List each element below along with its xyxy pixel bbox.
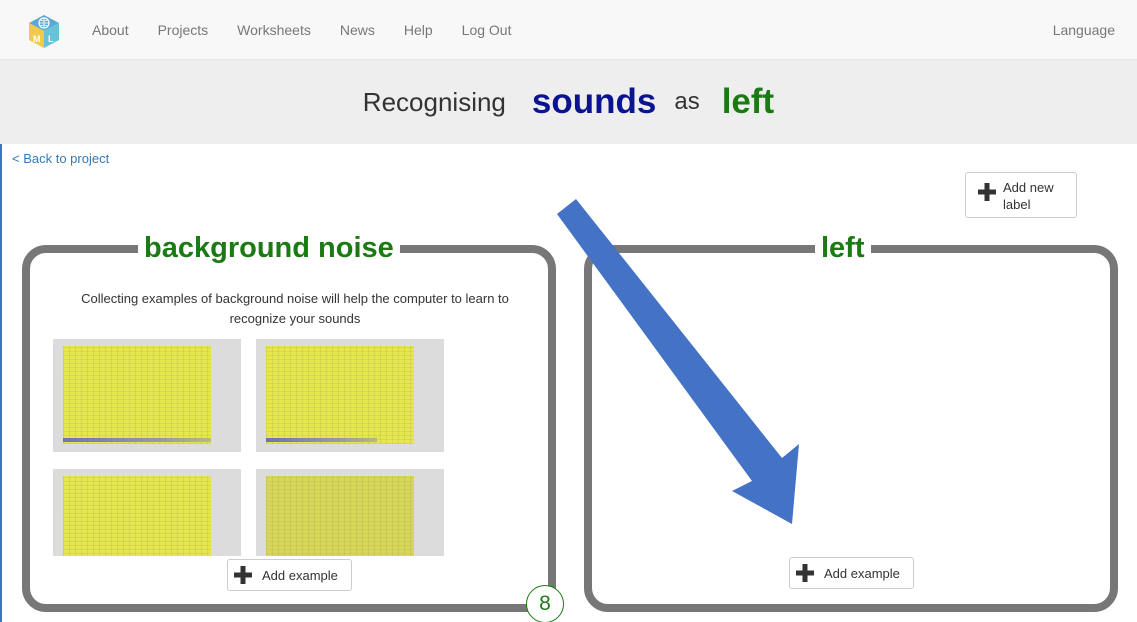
step-number-badge: 8 (526, 585, 564, 622)
nav-logout-link[interactable]: Log Out (462, 22, 512, 38)
plus-icon (234, 566, 252, 584)
add-new-label-button[interactable]: Add new label (965, 172, 1077, 218)
background-noise-hint: Collecting examples of background noise … (81, 291, 509, 326)
nav-projects-link[interactable]: Projects (158, 22, 209, 38)
sound-example[interactable] (256, 339, 444, 452)
page-title-banner: Recognising sounds as left (0, 60, 1137, 144)
add-example-label: Add example (824, 566, 900, 581)
title-project-type: sounds (531, 82, 657, 121)
spectrogram-image (266, 346, 414, 444)
bucket-title-left: left (815, 231, 871, 265)
spectrogram-image (63, 346, 211, 444)
nav-worksheets-link[interactable]: Worksheets (237, 22, 311, 38)
title-label: left (721, 82, 775, 121)
plus-icon (978, 183, 996, 201)
add-example-button-background-noise[interactable]: Add example (227, 559, 352, 591)
label-bucket-left: left Add example (584, 231, 1118, 612)
spectrogram-image (63, 476, 211, 556)
ml4k-logo-icon[interactable]: M L (26, 13, 62, 49)
add-example-button-left[interactable]: Add example (789, 557, 914, 589)
svg-text:L: L (48, 34, 54, 44)
top-navbar: M L About Projects Worksheets News Help … (0, 0, 1137, 60)
nav-help-link[interactable]: Help (404, 22, 433, 38)
add-new-label-text: Add new label (1003, 180, 1054, 212)
plus-icon (796, 564, 814, 582)
language-menu[interactable]: Language (1053, 0, 1115, 60)
sound-example[interactable] (53, 339, 241, 452)
svg-text:M: M (33, 34, 41, 44)
back-to-project-link[interactable]: < Back to project (12, 151, 109, 166)
add-example-label: Add example (262, 568, 338, 583)
sound-example[interactable] (256, 469, 444, 556)
title-prefix: Recognising (362, 86, 506, 117)
nav-about-link[interactable]: About (92, 22, 129, 38)
spectrogram-image (266, 476, 414, 556)
title-connector: as (674, 88, 700, 115)
nav-news-link[interactable]: News (340, 22, 375, 38)
bucket-title-background-noise: background noise (138, 231, 400, 265)
nav-links: About Projects Worksheets News Help Log … (92, 0, 540, 60)
label-bucket-background-noise: background noise Collecting examples of … (22, 231, 556, 612)
sound-example[interactable] (53, 469, 241, 556)
